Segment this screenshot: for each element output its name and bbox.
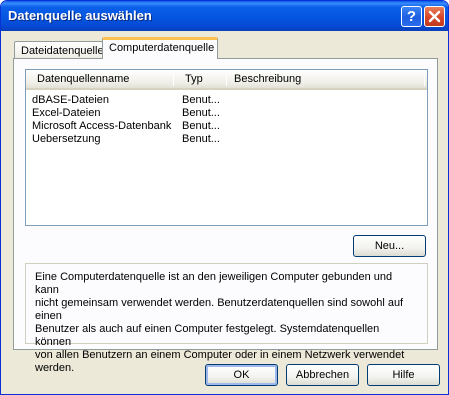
list-row[interactable]: Excel-Dateien Benut... — [26, 107, 427, 120]
ok-button[interactable]: OK — [205, 364, 278, 386]
title-bar[interactable]: Datenquelle auswählen ? — [1, 1, 448, 31]
row-type: Benut... — [182, 107, 220, 119]
row-name: dBASE-Dateien — [32, 94, 110, 106]
row-name: Excel-Dateien — [32, 107, 101, 119]
list-row[interactable]: dBASE-Dateien Benut... — [26, 94, 427, 107]
column-separator[interactable] — [173, 73, 174, 86]
column-separator[interactable] — [226, 73, 227, 86]
column-header-type[interactable]: Typ — [179, 70, 203, 88]
active-tab-join — [103, 57, 217, 60]
row-name: Microsoft Access-Datenbank — [32, 120, 172, 132]
datasource-list[interactable]: Datenquellenname Typ Beschreibung dBASE-… — [25, 69, 428, 226]
info-line: nicht gemeinsam verwendet werden. Benutz… — [35, 297, 404, 322]
cancel-button[interactable]: Abbrechen — [286, 364, 359, 386]
row-type: Benut... — [182, 120, 220, 132]
info-line: Benutzer als auch auf einen Computer fes… — [35, 323, 380, 348]
dialog-window: Datenquelle auswählen ? Dateidatenquelle… — [0, 0, 449, 395]
info-line: Eine Computerdatenquelle ist an den jewe… — [35, 271, 393, 296]
row-type: Benut... — [182, 133, 220, 145]
row-type: Benut... — [182, 94, 220, 106]
column-header-description[interactable]: Beschreibung — [228, 70, 301, 88]
window-title: Datenquelle auswählen — [8, 8, 152, 23]
row-name: Uebersetzung — [32, 133, 101, 145]
list-header: Datenquellenname Typ Beschreibung — [26, 70, 427, 90]
info-text-box: Eine Computerdatenquelle ist an den jewe… — [25, 263, 428, 374]
new-button[interactable]: Neu... — [353, 235, 426, 257]
help-button[interactable]: Hilfe — [367, 364, 440, 386]
tab-computerdatenquelle[interactable]: Computerdatenquelle — [102, 37, 218, 59]
title-close-button[interactable] — [424, 6, 445, 27]
question-mark-icon: ? — [406, 8, 417, 25]
column-header-name[interactable]: Datenquellenname — [31, 70, 129, 88]
list-row[interactable]: Uebersetzung Benut... — [26, 133, 427, 146]
info-line: von allen Benutzern an einem Computer od… — [35, 349, 405, 361]
title-help-button[interactable]: ? — [401, 6, 422, 27]
close-icon — [428, 10, 441, 23]
list-row[interactable]: Microsoft Access-Datenbank Benut... — [26, 120, 427, 133]
column-separator[interactable] — [424, 73, 425, 86]
